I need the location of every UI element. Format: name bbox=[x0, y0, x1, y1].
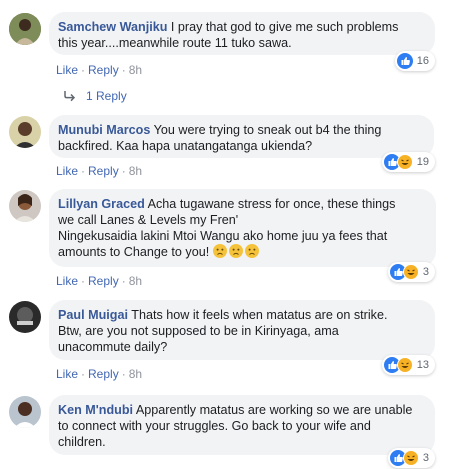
comment-author[interactable]: Ken M'ndubi bbox=[58, 403, 133, 417]
like-link[interactable]: Like bbox=[56, 164, 78, 178]
comment-actions: Like · Reply · 8h bbox=[56, 63, 143, 77]
comment-text: Acha tugawane stress for once, these thi… bbox=[147, 197, 396, 211]
comment-actions: Like · Reply · 8h bbox=[56, 164, 143, 178]
reply-arrow-icon bbox=[64, 91, 76, 102]
reaction-count: 13 bbox=[416, 359, 429, 371]
like-link[interactable]: Like bbox=[56, 274, 78, 288]
comment-text-line: amounts to Change to you! bbox=[58, 244, 426, 260]
comment-text: unacommute daily? bbox=[58, 340, 168, 354]
avatar[interactable] bbox=[9, 396, 41, 428]
reaction-summary[interactable]: 19 bbox=[381, 152, 435, 172]
comment-author[interactable]: Samchew Wanjiku bbox=[58, 20, 167, 34]
comment-author[interactable]: Munubi Marcos bbox=[58, 123, 150, 137]
avatar[interactable] bbox=[9, 13, 41, 45]
haha-reaction-icon bbox=[402, 264, 419, 280]
avatar[interactable] bbox=[9, 116, 41, 148]
comment-timestamp[interactable]: 8h bbox=[129, 164, 142, 178]
reaction-count: 3 bbox=[422, 452, 429, 464]
comment-author[interactable]: Paul Muigai bbox=[58, 308, 128, 322]
reaction-summary[interactable]: 13 bbox=[381, 355, 435, 375]
comment-actions: Like · Reply · 8h bbox=[56, 367, 143, 381]
comment-bubble: Munubi Marcos You were trying to sneak o… bbox=[49, 115, 434, 158]
sad-face-emoji-icon bbox=[228, 244, 243, 258]
avatar[interactable] bbox=[9, 301, 41, 333]
comment-actions: Like · Reply · 8h bbox=[56, 274, 143, 288]
sad-face-emoji-icon bbox=[212, 244, 227, 258]
reaction-count: 3 bbox=[422, 266, 429, 278]
reaction-count: 19 bbox=[416, 156, 429, 168]
reaction-summary[interactable]: 3 bbox=[387, 448, 435, 468]
reply-link[interactable]: Reply bbox=[88, 164, 119, 178]
comment-timestamp[interactable]: 8h bbox=[129, 63, 142, 77]
haha-reaction-icon bbox=[396, 357, 413, 373]
comment-text: Thats how it feels when matatus are on s… bbox=[131, 308, 388, 322]
comment-text: I pray that god to give me such problems bbox=[170, 20, 399, 34]
comment-bubble: Paul Muigai Thats how it feels when mata… bbox=[49, 300, 435, 360]
reaction-count: 16 bbox=[416, 55, 429, 67]
comment-text: to connect with your struggles. Go back … bbox=[58, 419, 371, 433]
like-link[interactable]: Like bbox=[56, 367, 78, 381]
comment-bubble: Lillyan Graced Acha tugawane stress for … bbox=[49, 189, 436, 267]
comment-timestamp[interactable]: 8h bbox=[129, 274, 142, 288]
reply-link[interactable]: Reply bbox=[88, 63, 119, 77]
comment-text: this year....meanwhile route 11 tuko saw… bbox=[58, 36, 292, 50]
sad-face-emoji-icon bbox=[244, 244, 259, 258]
view-replies-link[interactable]: 1 Reply bbox=[63, 89, 127, 103]
comment-text: we call Lanes & Levels my Fren' bbox=[58, 213, 239, 227]
comment-text: backfired. Kaa hapa unatangatanga ukiend… bbox=[58, 139, 313, 153]
reply-link[interactable]: Reply bbox=[88, 367, 119, 381]
replies-count-label[interactable]: 1 Reply bbox=[86, 89, 127, 103]
comment-bubble: Ken M'ndubi Apparently matatus are worki… bbox=[49, 395, 435, 455]
reaction-summary[interactable]: 3 bbox=[387, 262, 435, 282]
comment-text: amounts to Change to you! bbox=[58, 245, 210, 259]
comment-text: Apparently matatus are working so we are… bbox=[135, 403, 413, 417]
haha-reaction-icon bbox=[402, 450, 419, 466]
comment-text: Ningekusaidia lakini Mtoi Wangu ako home… bbox=[58, 229, 388, 243]
comment-bubble: Samchew Wanjiku I pray that god to give … bbox=[49, 12, 435, 55]
avatar[interactable] bbox=[9, 190, 41, 222]
comment-text: Btw, are you not supposed to be in Kirin… bbox=[58, 324, 339, 338]
reaction-summary[interactable]: 16 bbox=[394, 51, 435, 71]
comment-text: children. bbox=[58, 435, 106, 449]
comment-timestamp[interactable]: 8h bbox=[129, 367, 142, 381]
like-reaction-icon bbox=[396, 53, 413, 69]
comment-author[interactable]: Lillyan Graced bbox=[58, 197, 145, 211]
comment-text: You were trying to sneak out b4 the thin… bbox=[153, 123, 382, 137]
like-link[interactable]: Like bbox=[56, 63, 78, 77]
reply-link[interactable]: Reply bbox=[88, 274, 119, 288]
haha-reaction-icon bbox=[396, 154, 413, 170]
